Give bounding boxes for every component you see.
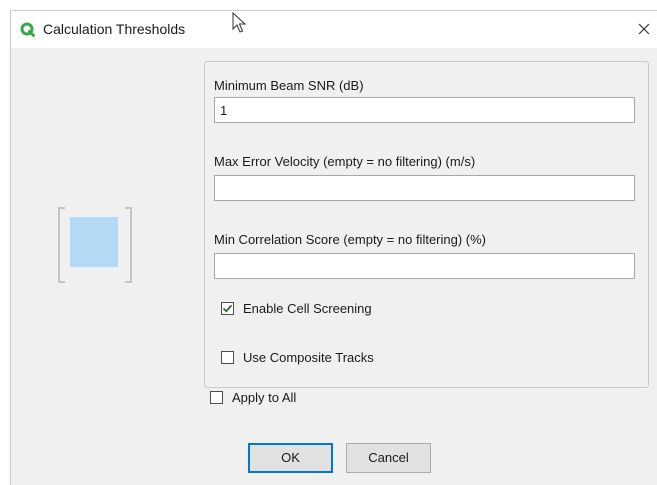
enable-cell-screening-label[interactable]: Enable Cell Screening: [243, 301, 372, 316]
enable-cell-screening-row[interactable]: Enable Cell Screening: [221, 299, 372, 317]
check-mark-icon: [222, 304, 233, 313]
mouse-pointer-icon: [232, 11, 248, 34]
preview-image: [58, 207, 132, 283]
min-beam-snr-input[interactable]: [214, 97, 635, 123]
title-bar: Calculation Thresholds: [11, 11, 657, 48]
app-logo-icon: [20, 22, 35, 37]
min-beam-snr-label: Minimum Beam SNR (dB): [214, 78, 364, 93]
use-composite-tracks-row[interactable]: Use Composite Tracks: [221, 348, 374, 366]
apply-to-all-checkbox[interactable]: [210, 390, 223, 404]
cancel-button[interactable]: Cancel: [346, 443, 431, 473]
ok-button[interactable]: OK: [248, 443, 333, 473]
min-correlation-score-label: Min Correlation Score (empty = no filter…: [214, 232, 487, 247]
window-title: Calculation Thresholds: [43, 21, 186, 37]
use-composite-tracks-label[interactable]: Use Composite Tracks: [243, 350, 374, 365]
min-correlation-score-input[interactable]: [214, 253, 635, 279]
enable-cell-screening-checkbox[interactable]: [221, 301, 234, 315]
use-composite-tracks-checkbox[interactable]: [221, 350, 234, 364]
max-error-velocity-input[interactable]: [214, 175, 635, 201]
close-icon[interactable]: [635, 20, 653, 38]
apply-to-all-row[interactable]: Apply to All: [210, 388, 296, 406]
max-error-velocity-label: Max Error Velocity (empty = no filtering…: [214, 154, 476, 169]
dialog-window: Calculation Thresholds Minimum Beam SNR …: [10, 10, 657, 485]
apply-to-all-label[interactable]: Apply to All: [232, 390, 296, 405]
image-frame-right-bracket: [125, 207, 132, 283]
image-frame-left-bracket: [58, 207, 65, 283]
preview-image-swatch: [70, 217, 118, 267]
